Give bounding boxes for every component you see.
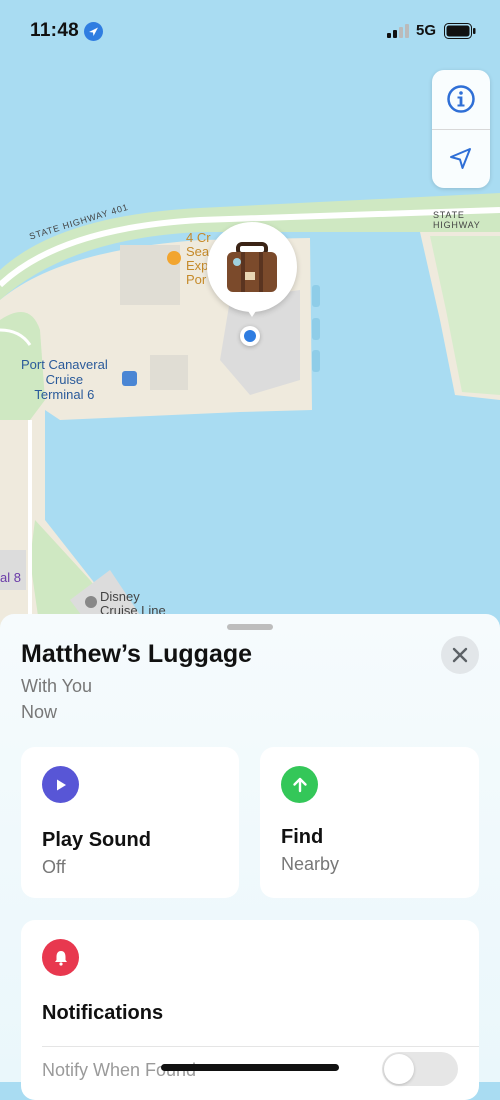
highway-label-right: STATE HIGHWAY: [433, 210, 481, 230]
item-name: Matthew’s Luggage: [21, 640, 253, 668]
find-value: Nearby: [281, 854, 340, 874]
map-info-button[interactable]: [432, 70, 490, 128]
item-updated-time: Now: [21, 702, 58, 722]
terminal-label[interactable]: Port Canaveral Cruise Terminal 6: [21, 357, 108, 402]
item-pin[interactable]: [207, 222, 297, 312]
play-icon: [42, 766, 79, 803]
battery-icon: [444, 23, 476, 39]
find-label: Find: [281, 826, 324, 848]
pin-tail: [244, 305, 260, 317]
poi-icon: [167, 251, 181, 265]
disney-pin-icon: [85, 596, 97, 608]
play-sound-card[interactable]: Play Sound Off: [21, 747, 239, 898]
notify-when-found-toggle[interactable]: [382, 1052, 458, 1086]
disney-label-line: Disney: [100, 589, 140, 604]
track-location-button[interactable]: [432, 130, 490, 188]
find-nearby-card[interactable]: Find Nearby: [260, 747, 479, 898]
home-indicator[interactable]: [161, 1064, 339, 1071]
clock: 11:48: [30, 20, 80, 41]
map-canvas: [0, 0, 500, 640]
ship-icon: [122, 371, 137, 386]
arrow-up-icon: [281, 766, 318, 803]
location-arrow-icon: [450, 148, 471, 169]
item-status: With You: [21, 676, 93, 696]
close-button[interactable]: [441, 636, 479, 674]
notifications-label: Notifications: [42, 1002, 164, 1024]
item-detail-sheet: Matthew’s Luggage With You Now Play Soun…: [0, 614, 500, 1100]
map-controls: [432, 70, 490, 188]
toggle-knob: [384, 1054, 414, 1084]
map-view[interactable]: STATE HIGHWAY 401 STATE HIGHWAY 4 Cr Sea…: [0, 0, 500, 640]
cellular-signal-icon: [387, 24, 409, 38]
play-sound-label: Play Sound: [42, 829, 151, 851]
luggage-icon: [227, 242, 277, 292]
terminal-8-label[interactable]: al 8: [0, 570, 21, 585]
terminal-label-line: Cruise: [45, 372, 84, 387]
info-icon: [447, 85, 475, 113]
location-services-icon: [84, 22, 103, 41]
sheet-grabber[interactable]: [227, 624, 273, 630]
divider: [42, 1046, 479, 1047]
status-bar: 11:48 5G: [0, 0, 500, 60]
bell-icon: [42, 939, 79, 976]
terminal-label-line: Terminal 6: [34, 387, 95, 402]
play-sound-value: Off: [42, 857, 66, 877]
network-type: 5G: [416, 22, 437, 39]
close-icon: [452, 647, 468, 663]
terminal-label-line: Port Canaveral: [21, 357, 108, 372]
location-dot: [240, 326, 260, 346]
